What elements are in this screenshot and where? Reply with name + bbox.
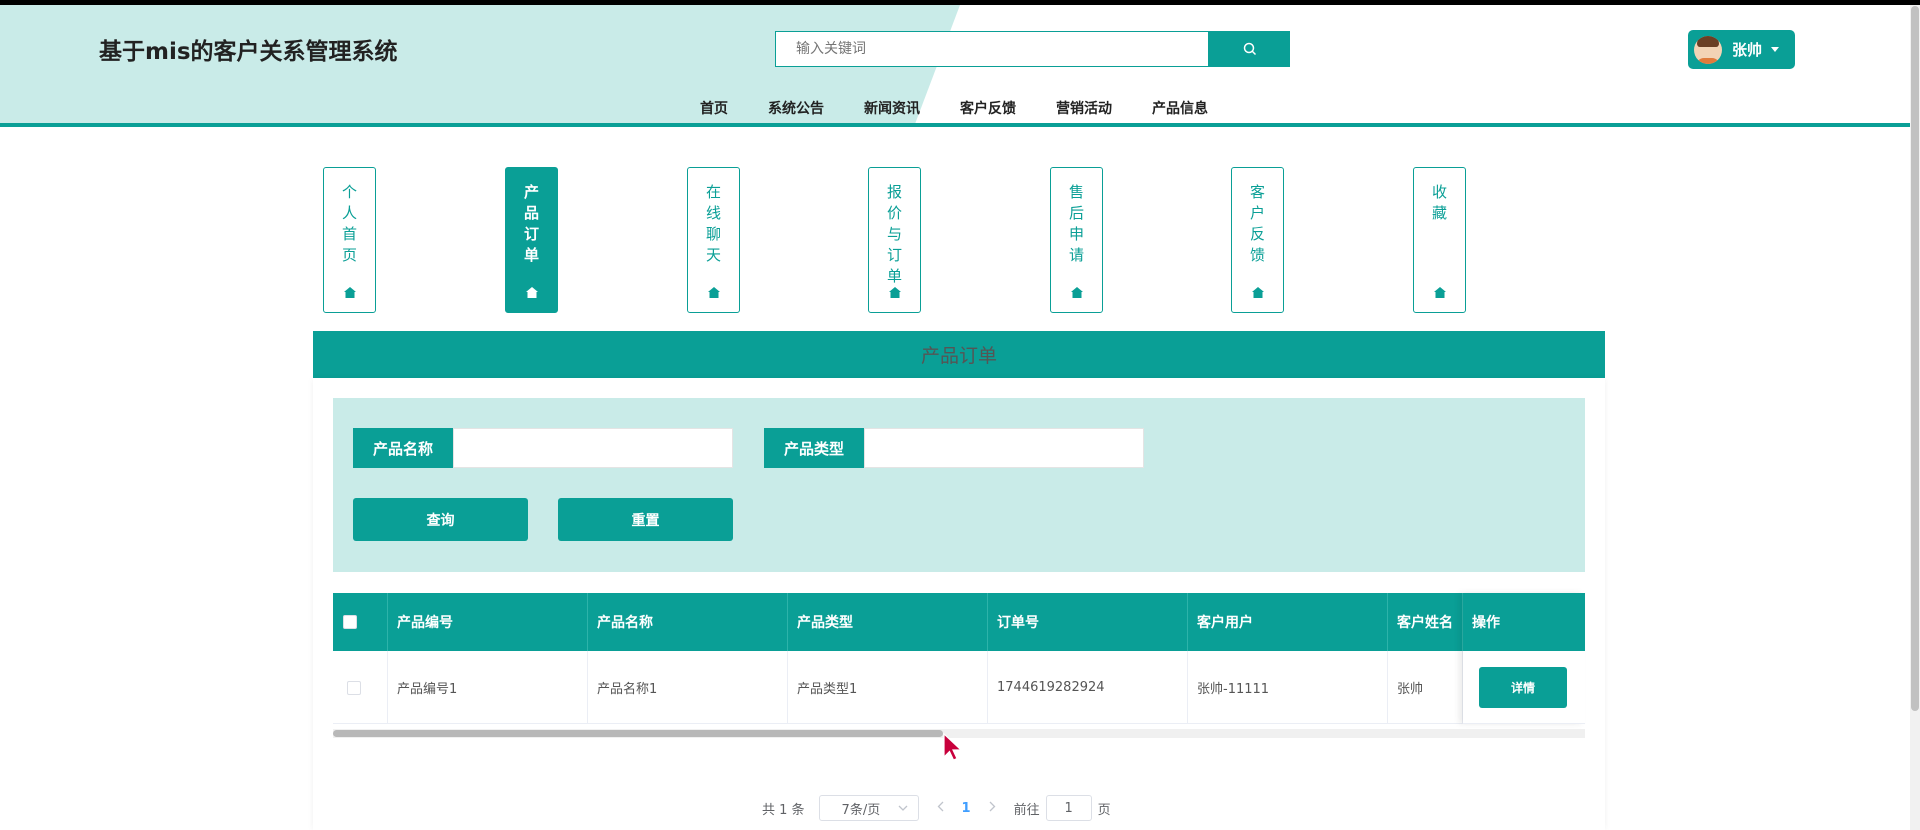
col-product-type: 产品类型	[788, 593, 988, 651]
avatar	[1694, 35, 1722, 64]
query-button[interactable]: 查询	[353, 498, 528, 541]
table-scrollbar-thumb[interactable]	[333, 730, 943, 737]
cell-product-type: 产品类型1	[788, 651, 988, 724]
chevron-down-icon	[1771, 47, 1780, 52]
product-name-label: 产品名称	[353, 428, 453, 468]
total-count: 共 1 条	[762, 802, 805, 818]
tab-label: 在线聊天	[705, 183, 721, 264]
col-customer-name: 客户姓名	[1388, 593, 1463, 651]
tab-label: 个人首页	[341, 183, 357, 264]
panel-title-bar: 产品订单	[313, 331, 1605, 378]
search-box	[775, 31, 1290, 67]
search-input[interactable]	[775, 31, 1209, 67]
user-name: 张帅	[1732, 41, 1763, 59]
table-row: 产品编号1 产品名称1 产品类型1 1744619282924 张帅-11111…	[333, 651, 1585, 724]
product-type-field: 产品类型	[764, 428, 1144, 468]
cell-customer-user: 张帅-11111	[1188, 651, 1388, 724]
panel-title: 产品订单	[920, 345, 997, 367]
select-all-checkbox[interactable]	[343, 615, 357, 629]
cell-product-name: 产品名称1	[588, 651, 788, 724]
product-name-input[interactable]	[453, 428, 733, 468]
tab-customer-feedback[interactable]: 客户反馈	[1231, 167, 1284, 313]
home-icon	[343, 287, 356, 298]
home-icon	[1070, 287, 1083, 298]
site-title: 基于mis的客户关系管理系统	[99, 39, 398, 65]
cell-customer-name: 张帅	[1388, 651, 1463, 724]
home-icon	[888, 287, 901, 298]
pagination: 共 1 条 7条/页 1 前往 1 页	[762, 795, 1111, 821]
row-checkbox[interactable]	[347, 680, 361, 695]
chevron-right-icon	[989, 801, 996, 812]
fixed-column-shadow	[1463, 593, 1585, 724]
nav-item-feedback[interactable]: 客户反馈	[940, 98, 1036, 118]
page-number-current[interactable]: 1	[962, 801, 971, 816]
product-type-input[interactable]	[864, 428, 1144, 468]
nav-item-announcements[interactable]: 系统公告	[748, 98, 844, 118]
row-select-cell	[333, 651, 388, 724]
nav-item-marketing[interactable]: 营销活动	[1036, 98, 1132, 118]
product-type-label: 产品类型	[764, 428, 864, 468]
cell-order-no: 1744619282924	[988, 651, 1188, 724]
goto-suffix: 页	[1097, 802, 1111, 818]
home-icon	[1251, 287, 1264, 298]
goto-page-input[interactable]: 1	[1045, 795, 1092, 821]
tab-label: 收藏	[1431, 183, 1447, 222]
header-underline	[0, 123, 1910, 127]
col-customer-user: 客户用户	[1188, 593, 1388, 651]
mouse-cursor-icon	[943, 733, 963, 761]
tab-quotes-orders[interactable]: 报价与订单	[868, 167, 921, 313]
filter-area	[333, 398, 1585, 572]
col-product-name: 产品名称	[588, 593, 788, 651]
tab-favorites[interactable]: 收藏	[1413, 167, 1466, 313]
search-icon	[1243, 42, 1256, 56]
home-icon	[1433, 287, 1446, 298]
tab-online-chat[interactable]: 在线聊天	[687, 167, 740, 313]
home-icon	[707, 287, 720, 298]
chevron-down-icon	[898, 805, 908, 811]
tab-label: 售后申请	[1068, 183, 1084, 264]
home-icon	[525, 287, 538, 298]
nav-item-products[interactable]: 产品信息	[1132, 98, 1228, 118]
header: 基于mis的客户关系管理系统 张帅 首页 系统公告 新闻资讯 客户反馈 营销活动…	[0, 5, 1920, 124]
page-size-select[interactable]: 7条/页	[818, 795, 919, 821]
select-all-cell	[333, 593, 388, 651]
page-size-value: 7条/页	[841, 802, 881, 818]
table-header: 产品编号 产品名称 产品类型 订单号 客户用户 客户姓名 操作	[333, 593, 1585, 651]
nav-item-news[interactable]: 新闻资讯	[844, 98, 940, 118]
tab-label: 报价与订单	[886, 183, 902, 285]
prev-page-button[interactable]	[937, 800, 944, 816]
next-page-button[interactable]	[989, 800, 996, 816]
col-order-no: 订单号	[988, 593, 1188, 651]
tab-after-sales[interactable]: 售后申请	[1050, 167, 1103, 313]
search-button[interactable]	[1209, 31, 1290, 67]
col-product-no: 产品编号	[388, 593, 588, 651]
tab-label: 产品订单	[523, 183, 539, 264]
cell-product-no: 产品编号1	[388, 651, 588, 724]
tab-product-orders[interactable]: 产品订单	[505, 167, 558, 313]
page-scrollbar-thumb[interactable]	[1911, 6, 1919, 711]
product-name-field: 产品名称	[353, 428, 733, 468]
goto-prefix: 前往	[1013, 802, 1040, 818]
user-menu[interactable]: 张帅	[1688, 30, 1795, 69]
reset-button[interactable]: 重置	[558, 498, 733, 541]
chevron-left-icon	[937, 801, 944, 812]
nav-item-home[interactable]: 首页	[680, 98, 748, 118]
main-nav: 首页 系统公告 新闻资讯 客户反馈 营销活动 产品信息	[680, 98, 1228, 118]
tab-personal-home[interactable]: 个人首页	[323, 167, 376, 313]
tab-label: 客户反馈	[1249, 183, 1265, 264]
